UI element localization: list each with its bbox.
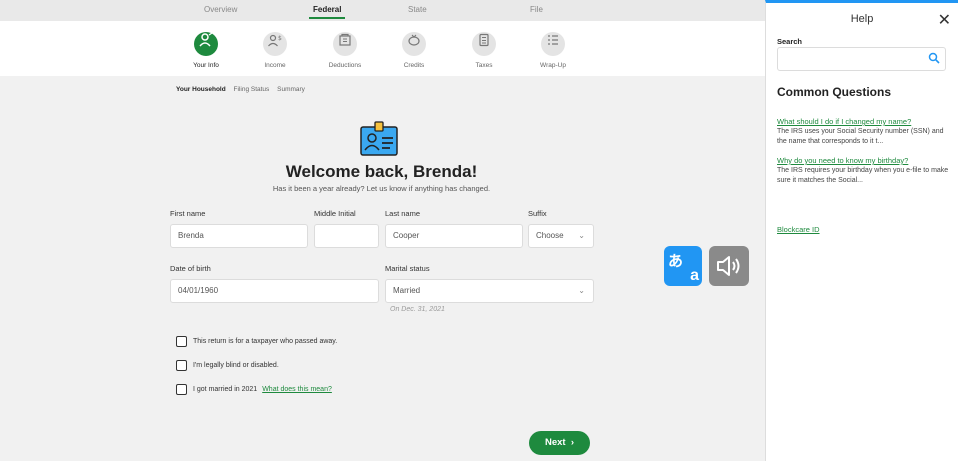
tab-file[interactable]: File <box>530 5 543 14</box>
step-label: Credits <box>403 62 425 69</box>
married-checkbox-label: I got married in 2021 <box>193 385 258 393</box>
blind-checkbox-row[interactable]: I'm legally blind or disabled. <box>176 359 279 371</box>
suffix-label: Suffix <box>528 209 547 218</box>
middle-initial-label: Middle Initial <box>314 209 356 218</box>
suffix-value: Choose <box>536 231 564 240</box>
next-button[interactable]: Next › <box>529 431 590 455</box>
last-name-label: Last name <box>385 209 421 218</box>
common-questions-heading: Common Questions <box>777 85 892 99</box>
translate-button[interactable]: あ a <box>664 246 702 286</box>
top-tab-bar: Overview Federal State File <box>0 0 765 21</box>
dob-field[interactable]: 04/01/1960 <box>170 279 379 303</box>
next-button-label: Next <box>544 437 566 448</box>
piggy-bank-icon <box>402 32 426 56</box>
speaker-icon <box>717 256 740 276</box>
subnav-your-household[interactable]: Your Household <box>176 86 226 93</box>
marital-status-note: On Dec. 31, 2021 <box>390 306 445 313</box>
step-label: Wrap-Up <box>540 62 566 69</box>
close-icon[interactable]: ✕ <box>938 10 951 30</box>
blind-checkbox[interactable] <box>176 359 187 371</box>
step-label: Taxes <box>475 62 493 69</box>
last-name-field[interactable]: Cooper <box>385 224 523 248</box>
marital-status-label: Marital status <box>385 264 430 273</box>
tab-state[interactable]: State <box>408 5 427 14</box>
search-icon[interactable] <box>928 52 940 64</box>
income-icon: $ <box>263 32 287 56</box>
checklist-icon <box>541 32 565 56</box>
step-bar: Your Info $ Income Deductions Credits Ta… <box>0 21 765 76</box>
search-label: Search <box>777 37 803 46</box>
chevron-down-icon: ⌄ <box>578 231 585 240</box>
question-snippet: The IRS requires your birthday when you … <box>777 167 949 184</box>
question-link-name-change[interactable]: What should I do if I changed my name? <box>777 117 949 126</box>
marital-status-select[interactable]: Married ⌄ <box>385 279 594 303</box>
step-wrap-up[interactable]: Wrap-Up <box>523 28 583 69</box>
subnav-filing-status[interactable]: Filing Status <box>234 86 270 93</box>
audio-button[interactable] <box>709 246 749 286</box>
first-name-field[interactable]: Brenda <box>170 224 308 248</box>
middle-initial-field[interactable] <box>314 224 379 248</box>
svg-text:$: $ <box>278 35 282 42</box>
step-income[interactable]: $ Income <box>245 28 305 69</box>
chevron-right-icon: › <box>568 437 575 448</box>
search-input[interactable] <box>777 47 946 71</box>
first-name-label: First name <box>170 209 206 218</box>
page-title: Welcome back, Brenda! <box>285 162 478 181</box>
marital-status-value: Married <box>393 286 421 295</box>
blockcare-id-link[interactable]: Blockcare ID <box>777 225 820 234</box>
deceased-checkbox[interactable] <box>176 335 187 347</box>
calculator-icon <box>472 32 496 56</box>
translate-icon-en: a <box>690 267 699 284</box>
deductions-icon <box>333 32 357 56</box>
deceased-checkbox-label: This return is for a taxpayer who passed… <box>193 337 338 345</box>
married-checkbox-row[interactable]: I got married in 2021 What does this mea… <box>176 383 332 395</box>
blind-checkbox-label: I'm legally blind or disabled. <box>193 361 279 369</box>
what-does-this-mean-link[interactable]: What does this mean? <box>262 386 332 393</box>
deceased-checkbox-row[interactable]: This return is for a taxpayer who passed… <box>176 335 337 347</box>
sub-nav: Your Household Filing Status Summary <box>176 86 311 93</box>
help-title: Help <box>850 13 874 25</box>
married-checkbox[interactable] <box>176 383 187 395</box>
question-snippet: The IRS uses your Social Security number… <box>777 128 944 145</box>
tab-overview[interactable]: Overview <box>204 5 237 14</box>
subnav-summary[interactable]: Summary <box>277 86 305 93</box>
help-panel: Help ✕ Search Common Questions What shou… <box>765 0 958 461</box>
step-deductions[interactable]: Deductions <box>315 28 375 69</box>
step-label: Deductions <box>328 62 362 69</box>
step-taxes[interactable]: Taxes <box>454 28 514 69</box>
chevron-down-icon: ⌄ <box>578 286 585 295</box>
step-credits[interactable]: Credits <box>384 28 444 69</box>
page-subtitle: Has it been a year already? Let us know … <box>272 184 491 193</box>
person-icon <box>194 32 218 56</box>
step-label: Income <box>264 62 286 69</box>
question-link-birthday[interactable]: Why do you need to know my birthday? <box>777 156 949 165</box>
id-badge-icon <box>360 121 400 157</box>
tab-federal[interactable]: Federal <box>308 5 347 19</box>
suffix-select[interactable]: Choose ⌄ <box>528 224 594 248</box>
step-your-info[interactable]: Your Info <box>176 28 236 69</box>
translate-icon-ja: あ <box>668 253 684 270</box>
dob-label: Date of birth <box>170 264 211 273</box>
step-label: Your Info <box>193 62 219 69</box>
